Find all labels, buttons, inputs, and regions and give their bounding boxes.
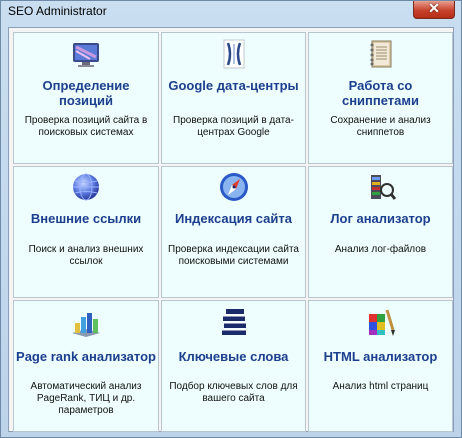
tile-position-check[interactable]: Определение позиций Проверка позиций сай… <box>13 32 159 164</box>
tile-log-analyzer[interactable]: Лог анализатор Анализ лог-файлов <box>308 166 453 298</box>
tile-title: Внешние ссылки <box>30 211 142 226</box>
tile-description: Анализ html страниц <box>332 381 429 392</box>
tile-title: HTML анализатор <box>323 349 438 364</box>
tools-grid: Определение позиций Проверка позиций сай… <box>12 31 454 433</box>
tile-title: Page rank анализатор <box>16 349 156 364</box>
window-title: SEO Administrator <box>8 4 107 18</box>
tile-description: Автоматический анализ PageRank, ТИЦ и др… <box>30 381 142 416</box>
globe-icon <box>73 173 99 201</box>
close-button[interactable]: ✕ <box>413 0 455 19</box>
app-window: SEO Administrator ✕ Определение позиций … <box>0 0 462 438</box>
log-magnifier-icon <box>370 175 396 200</box>
tile-description: Проверка индексации сайта поисковыми сис… <box>168 244 299 267</box>
bar-chart-icon <box>72 313 100 337</box>
palette-icon <box>368 309 395 336</box>
tile-google-datacenters[interactable]: Google дата-центры Проверка позиций в да… <box>161 32 306 164</box>
notebook-icon <box>370 40 391 68</box>
tile-keywords[interactable]: Ключевые слова Подбор ключевых слов для … <box>161 300 306 432</box>
tile-description: Сохранение и анализ сниппетов <box>330 115 431 138</box>
tile-snippets[interactable]: Работа со сниппетами Сохранение и анализ… <box>308 32 453 164</box>
tile-title: Лог анализатор <box>330 211 431 226</box>
tile-title: Определение позиций <box>42 78 130 108</box>
tile-pagerank-analyzer[interactable]: Page rank анализатор Автоматический анал… <box>13 300 159 432</box>
tile-description: Подбор ключевых слов для вашего сайта <box>169 381 298 404</box>
tile-title: Ключевые слова <box>178 349 289 364</box>
books-icon <box>221 309 246 335</box>
tile-title: Google дата-центры <box>168 78 299 93</box>
tile-html-analyzer[interactable]: HTML анализатор Анализ html страниц <box>308 300 453 432</box>
datacenter-logo-icon <box>223 39 244 69</box>
monitor-icon <box>73 43 99 67</box>
title-bar[interactable]: SEO Administrator ✕ <box>1 0 461 23</box>
tile-description: Анализ лог-файлов <box>334 244 427 255</box>
close-icon: ✕ <box>428 0 440 16</box>
tile-description: Проверка позиций в дата-центрах Google <box>173 115 294 138</box>
tile-external-links[interactable]: Внешние ссылки Поиск и анализ внешних сс… <box>13 166 159 298</box>
tile-description: Проверка позиций сайта в поисковых систе… <box>24 115 148 138</box>
tile-description: Поиск и анализ внешних ссылок <box>28 244 144 267</box>
tile-title: Индексация сайта <box>174 211 293 226</box>
tile-site-indexing[interactable]: Индексация сайта Проверка индексации сай… <box>161 166 306 298</box>
compass-icon <box>219 173 248 201</box>
main-panel: Определение позиций Проверка позиций сай… <box>8 27 454 432</box>
tile-title: Работа со сниппетами <box>341 78 420 108</box>
